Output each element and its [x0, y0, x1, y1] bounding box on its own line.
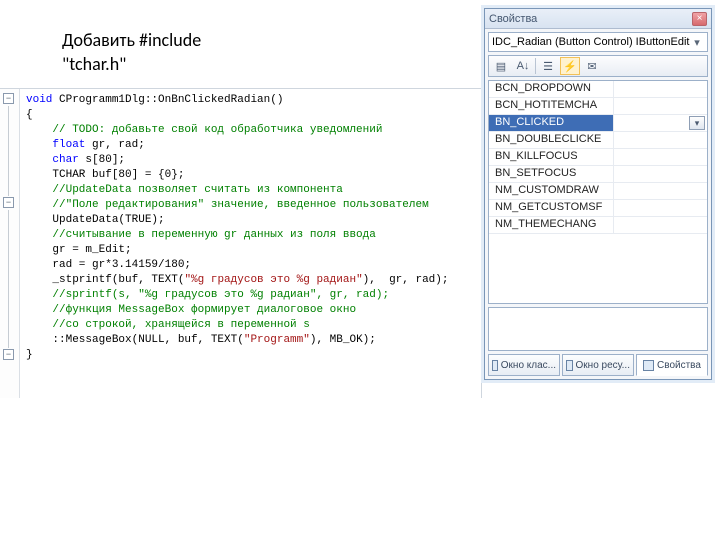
categorize-button[interactable]: ▤	[491, 57, 511, 75]
code-editor[interactable]: − − − void CProgramm1Dlg::OnBnClickedRad…	[0, 88, 482, 398]
code-text: _stprintf(buf, TEXT(	[52, 274, 184, 286]
event-value-cell[interactable]	[614, 149, 707, 165]
events-grid[interactable]: BCN_DROPDOWNBCN_HOTITEMCHABN_CLICKED▾BN_…	[488, 80, 708, 304]
event-row[interactable]: NM_GETCUSTOMSF	[489, 200, 707, 217]
string: "%g градусов это %g радиан"	[184, 274, 362, 286]
properties-panel: Свойства × IDC_Radian (Button Control) I…	[484, 8, 712, 380]
bottom-tabstrip: Окно клас... Окно ресу... Свойства	[488, 354, 708, 376]
fold-toggle-icon[interactable]: −	[3, 93, 14, 104]
properties-button[interactable]: ☰	[538, 57, 558, 75]
tab-label: Окно ресу...	[576, 360, 630, 371]
event-row[interactable]: BCN_DROPDOWN	[489, 81, 707, 98]
tab-icon	[643, 360, 654, 371]
code-gutter: − − −	[0, 89, 20, 398]
code-text: TCHAR buf[80] = {0};	[52, 169, 184, 181]
code-text: ::MessageBox(NULL, buf, TEXT(	[52, 334, 243, 346]
panel-titlebar[interactable]: Свойства ×	[485, 9, 711, 29]
code-text: gr, rad;	[85, 139, 144, 151]
event-name: NM_CUSTOMDRAW	[489, 183, 614, 199]
code-body[interactable]: void CProgramm1Dlg::OnBnClickedRadian() …	[20, 89, 481, 398]
comment: //со строкой, хранящейся в переменной s	[52, 319, 309, 331]
event-value-cell[interactable]	[614, 98, 707, 114]
keyword-void: void	[26, 94, 52, 106]
event-row[interactable]: BCN_HOTITEMCHA	[489, 98, 707, 115]
event-name: NM_THEMECHANG	[489, 217, 614, 233]
messages-button[interactable]: ✉	[582, 57, 602, 75]
close-icon[interactable]: ×	[692, 12, 707, 26]
comment: //"Поле редактирования" значение, введен…	[52, 199, 428, 211]
event-row[interactable]: NM_THEMECHANG	[489, 217, 707, 234]
event-value-cell[interactable]	[614, 200, 707, 216]
chevron-down-icon: ▾	[690, 36, 704, 49]
annotation-text: Добавить #include "tchar.h"	[62, 28, 201, 77]
event-name: NM_GETCUSTOMSF	[489, 200, 614, 216]
tab-resource-view[interactable]: Окно ресу...	[562, 354, 634, 376]
code-text: ), MB_OK);	[310, 334, 376, 346]
event-name: BN_SETFOCUS	[489, 166, 614, 182]
event-value-cell[interactable]	[614, 132, 707, 148]
fold-line	[8, 106, 9, 196]
event-name: BCN_HOTITEMCHA	[489, 98, 614, 114]
code-text: CProgramm1Dlg::OnBnClickedRadian()	[52, 94, 283, 106]
tab-label: Свойства	[657, 360, 701, 371]
event-name: BN_DOUBLECLICKE	[489, 132, 614, 148]
event-name: BN_CLICKED	[489, 115, 614, 131]
event-value-cell[interactable]	[614, 166, 707, 182]
code-text: ), gr, rad);	[363, 274, 449, 286]
tab-icon	[566, 360, 573, 371]
tab-class-view[interactable]: Окно клас...	[488, 354, 560, 376]
control-selector-combo[interactable]: IDC_Radian (Button Control) IButtonEdito…	[488, 32, 708, 52]
keyword-float: float	[52, 139, 85, 151]
comment: //UpdateData позволяет считать из компон…	[52, 184, 342, 196]
comment: // TODO: добавьте свой код обработчика у…	[52, 124, 382, 136]
description-box	[488, 307, 708, 351]
string: "Programm"	[244, 334, 310, 346]
event-row[interactable]: BN_CLICKED ▾	[489, 115, 707, 132]
event-row[interactable]: BN_DOUBLECLICKE	[489, 132, 707, 149]
code-text: gr = m_Edit;	[52, 244, 131, 256]
code-text: UpdateData(TRUE);	[52, 214, 164, 226]
fold-toggle-icon[interactable]: −	[3, 349, 14, 360]
annotation-line2: "tchar.h"	[62, 53, 126, 75]
tab-label: Окно клас...	[501, 360, 556, 371]
chevron-down-icon[interactable]: ▾	[689, 116, 705, 130]
event-row[interactable]: NM_CUSTOMDRAW	[489, 183, 707, 200]
control-selector-text: IDC_Radian (Button Control) IButtonEdito…	[492, 36, 690, 48]
keyword-char: char	[52, 154, 78, 166]
fold-toggle-icon[interactable]: −	[3, 197, 14, 208]
event-value-cell[interactable]	[614, 217, 707, 233]
event-row[interactable]: BN_KILLFOCUS	[489, 149, 707, 166]
brace-open: {	[26, 109, 33, 121]
comment: //функция MessageBox формирует диалогово…	[52, 304, 356, 316]
toolbar-separator	[535, 58, 536, 74]
event-value-cell[interactable]	[614, 183, 707, 199]
panel-title-text: Свойства	[489, 13, 692, 25]
event-value-cell[interactable]: ▾	[614, 115, 707, 131]
comment: //считывание в переменную gr данных из п…	[52, 229, 375, 241]
code-text: rad = gr*3.14159/180;	[52, 259, 191, 271]
event-row[interactable]: BN_SETFOCUS	[489, 166, 707, 183]
annotation-line1: Добавить #include	[62, 29, 201, 51]
properties-toolbar: ▤ A↓ ☰ ⚡ ✉	[488, 55, 708, 77]
sort-button[interactable]: A↓	[513, 57, 533, 75]
brace-close: }	[26, 349, 33, 361]
tab-properties[interactable]: Свойства	[636, 354, 708, 376]
tab-icon	[492, 360, 498, 371]
event-name: BCN_DROPDOWN	[489, 81, 614, 97]
comment: //sprintf(s, "%g градусов это %g радиан"…	[52, 289, 389, 301]
event-value-cell[interactable]	[614, 81, 707, 97]
code-text: s[80];	[79, 154, 125, 166]
event-name: BN_KILLFOCUS	[489, 149, 614, 165]
fold-line	[8, 210, 9, 348]
events-button[interactable]: ⚡	[560, 57, 580, 75]
